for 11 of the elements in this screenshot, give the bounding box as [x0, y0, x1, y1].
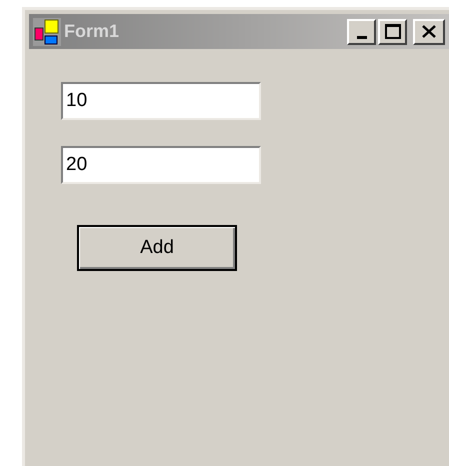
maximize-button[interactable] — [378, 18, 407, 44]
window-title: Form1 — [64, 20, 120, 43]
close-button[interactable] — [413, 18, 445, 44]
minimize-icon — [356, 36, 366, 38]
close-icon — [422, 25, 436, 38]
maximize-icon — [384, 24, 400, 39]
text-field[interactable]: 10 — [61, 82, 261, 120]
minimize-button[interactable] — [347, 18, 376, 44]
text-field[interactable]: 20 — [61, 146, 261, 184]
app-icon — [33, 18, 61, 46]
add-button[interactable]: Add — [77, 225, 237, 271]
